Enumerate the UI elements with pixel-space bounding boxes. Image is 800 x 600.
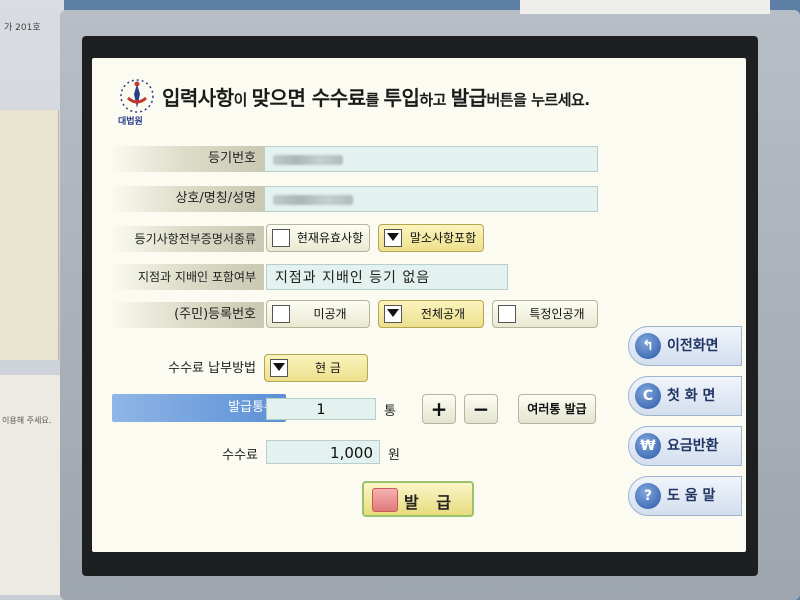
redacted-value: [273, 154, 343, 165]
fee-method-select[interactable]: 현 금: [264, 354, 368, 382]
option-full-disclosure[interactable]: 전체공개: [378, 300, 484, 328]
side-button-label: 요금반환: [667, 438, 719, 454]
company-name-label: 상호/명칭/성명: [108, 186, 264, 212]
side-button-label: 첫 화 면: [667, 388, 716, 404]
registration-number-field[interactable]: [264, 146, 598, 172]
checked-checkbox-icon: [384, 305, 402, 323]
fee-method-label: 수수료 납부방법: [168, 361, 256, 376]
kiosk-screen: 대법원 입력사항이 맞으면 수수료를 투입하고 발급버튼을 누르세요. 등기번호…: [92, 58, 746, 552]
heading-part: 버튼을 누르세요.: [486, 91, 591, 109]
wall-notice-paper: 이용해 주세요.: [0, 375, 60, 595]
help-button[interactable]: ? 도 움 말: [628, 476, 742, 516]
heading-part: 맞으면 수수료: [251, 86, 366, 110]
branch-manager-value: 지점과 지배인 등기 없음: [266, 264, 508, 290]
won-coin-icon: ₩: [635, 433, 661, 459]
certificate-type-label: 등기사항전부증명서종류: [108, 226, 264, 252]
logo-caption: 대법원: [118, 117, 143, 127]
heading-part: 입력사항: [162, 86, 234, 110]
multi-issue-button[interactable]: 여러통 발급: [518, 394, 596, 424]
branch-manager-label: 지점과 지배인 포함여부: [108, 264, 264, 290]
home-screen-button[interactable]: C 첫 화 면: [628, 376, 742, 416]
option-include-cancelled[interactable]: 말소사항포함: [378, 224, 484, 252]
side-button-label: 이전화면: [667, 338, 719, 354]
decrease-copies-button[interactable]: −: [464, 394, 498, 424]
option-label: 말소사항포함: [409, 231, 477, 245]
issue-button-label: 발 급: [404, 493, 458, 512]
option-hidden[interactable]: 미공개: [266, 300, 370, 328]
redacted-value: [273, 194, 353, 205]
wall-map-paper: [0, 110, 59, 360]
option-label: 미공개: [313, 307, 347, 321]
heading-part: 하고: [419, 91, 451, 109]
wall-note-2: 이용해 주세요.: [2, 416, 52, 425]
dropdown-arrow-icon: [270, 359, 288, 377]
wall-note: 가 201호: [4, 23, 41, 33]
back-arrow-icon: ↰: [635, 333, 661, 359]
checkbox-icon: [272, 229, 290, 247]
fee-method-value: 현 금: [315, 361, 341, 375]
previous-screen-button[interactable]: ↰ 이전화면: [628, 326, 742, 366]
heading-part: 이: [233, 91, 252, 109]
checkbox-icon: [498, 305, 516, 323]
heading-part: 발급: [450, 86, 487, 110]
option-specific-disclosure[interactable]: 특정인공개: [492, 300, 598, 328]
id-number-label: (주민)등록번호: [108, 302, 264, 328]
registration-number-label: 등기번호: [108, 146, 264, 172]
printer-icon: [372, 488, 398, 512]
heading-part: 를: [365, 91, 384, 109]
option-current-valid[interactable]: 현재유효사항: [266, 224, 370, 252]
fee-amount: 1,000: [266, 440, 380, 464]
side-button-label: 도 움 말: [667, 488, 716, 504]
copies-field[interactable]: 1: [266, 398, 376, 420]
fee-label: 수수료: [222, 448, 258, 463]
increase-copies-button[interactable]: +: [422, 394, 456, 424]
copies-label: 발급통수: [112, 394, 286, 422]
option-label: 현재유효사항: [296, 231, 364, 245]
tape: [520, 0, 770, 14]
fee-unit: 원: [388, 448, 400, 463]
checkbox-icon: [272, 305, 290, 323]
option-label: 특정인공개: [529, 307, 585, 321]
refund-button[interactable]: ₩ 요금반환: [628, 426, 742, 466]
help-icon: ?: [635, 483, 661, 509]
instruction-heading: 입력사항이 맞으면 수수료를 투입하고 발급버튼을 누르세요.: [162, 82, 590, 111]
checked-checkbox-icon: [384, 229, 402, 247]
home-icon: C: [635, 383, 661, 409]
copies-unit: 통: [384, 404, 396, 419]
company-name-field[interactable]: [264, 186, 598, 212]
heading-part: 투입: [383, 86, 420, 110]
issue-button[interactable]: 발 급: [362, 481, 474, 517]
option-label: 전체공개: [420, 307, 466, 321]
